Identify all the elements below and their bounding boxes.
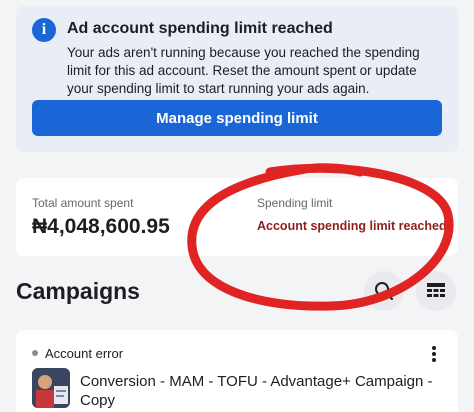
info-icon: i [32,18,56,42]
campaign-card[interactable]: Account error Conversion - MAM - TOFU - … [16,330,458,412]
table-view-button[interactable] [416,271,456,311]
search-icon [375,282,394,301]
total-spent-value: ₦4,048,600.95 [32,215,170,238]
manage-spending-limit-button[interactable]: Manage spending limit [32,100,442,136]
campaign-status: Account error [45,346,124,361]
more-vertical-icon[interactable] [424,344,444,364]
table-view-icon [427,283,445,297]
spending-limit-alert: i Ad account spending limit reached Your… [16,6,458,152]
campaign-thumbnail [32,368,70,408]
spending-summary-card: Total amount spent ₦4,048,600.95 Spendin… [16,178,458,256]
campaigns-heading: Campaigns [16,278,140,304]
status-dot [32,350,38,356]
campaign-name[interactable]: Conversion - MAM - TOFU - Advantage+ Cam… [80,372,450,410]
search-button[interactable] [364,271,404,311]
total-spent-label: Total amount spent [32,196,134,210]
alert-title: Ad account spending limit reached [67,20,333,37]
alert-message: Your ads aren't running because you reac… [67,45,420,96]
spending-limit-value[interactable]: Account spending limit reached [257,219,447,233]
spending-limit-label: Spending limit [257,196,333,210]
